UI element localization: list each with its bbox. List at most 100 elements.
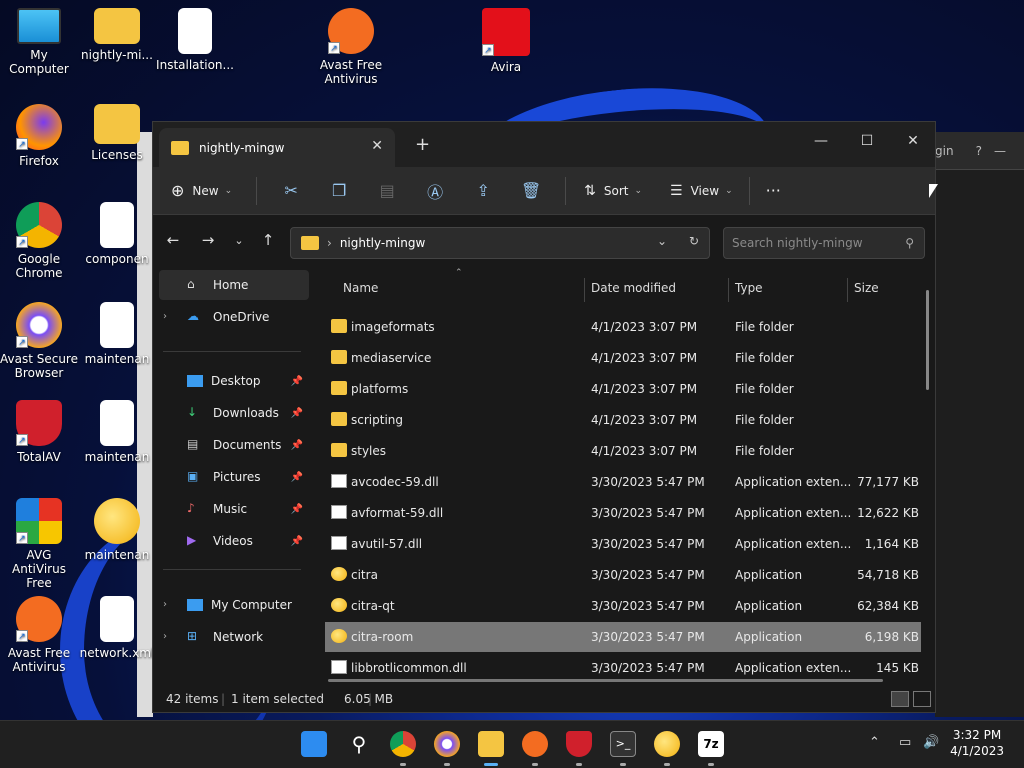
column-divider[interactable] xyxy=(847,278,848,302)
recent-locations-icon[interactable]: ⌄ xyxy=(227,234,251,247)
cut-icon[interactable]: ✂ xyxy=(267,175,315,207)
desktop-icon-maintenance-3[interactable]: maintenan xyxy=(78,498,156,562)
desktop-icon-nightly-folder[interactable]: nightly-mi... xyxy=(78,8,156,62)
desktop-icon-maintenance-2[interactable]: maintenan xyxy=(78,400,156,464)
column-header-date[interactable]: Date modified xyxy=(591,268,676,308)
refresh-icon[interactable]: ↻ xyxy=(689,234,699,248)
new-button[interactable]: ⊕ New ⌄ xyxy=(171,181,232,200)
clock[interactable]: 3:32 PM 4/1/2023 xyxy=(950,727,1004,759)
search-icon[interactable]: ⚲ xyxy=(905,228,914,258)
file-row[interactable]: citra 3/30/2023 5:47 PM Application 54,718 … xyxy=(325,560,921,590)
column-divider[interactable] xyxy=(584,278,585,302)
avast-secure-browser-taskbar-icon[interactable] xyxy=(434,731,460,757)
view-button[interactable]: ☰ View ⌄ xyxy=(670,183,733,199)
avast-taskbar-icon[interactable] xyxy=(522,731,548,757)
sidebar-item-pictures[interactable]: ▣ Pictures 📌 xyxy=(159,462,309,492)
sidebar-item-home[interactable]: ⌂ Home xyxy=(159,270,309,300)
file-name: avutil-57.dll xyxy=(351,537,423,551)
desktop-icon-avira[interactable]: ↗ Avira xyxy=(467,8,545,74)
maximize-button[interactable]: ☐ xyxy=(845,128,889,154)
desktop-icon-avast-free-antivirus-2[interactable]: ↗ Avast Free Antivirus xyxy=(0,596,78,674)
citra-taskbar-icon[interactable] xyxy=(654,731,680,757)
tab-nightly-mingw[interactable]: nightly-mingw ✕ xyxy=(159,128,395,167)
file-row[interactable]: avcodec-59.dll 3/30/2023 5:47 PM Applicati… xyxy=(325,467,921,497)
desktop-icon-network-xml[interactable]: network.xml xyxy=(78,596,156,660)
file-row[interactable]: imageformats 4/1/2023 3:07 PM File folder xyxy=(325,312,921,342)
column-header-name[interactable]: Name xyxy=(343,268,378,308)
file-row[interactable]: mediaservice 4/1/2023 3:07 PM File folder xyxy=(325,343,921,373)
chevron-up-icon[interactable]: ⌃ xyxy=(869,735,880,750)
column-header-type[interactable]: Type xyxy=(735,268,763,308)
search-icon[interactable]: ⚲ xyxy=(346,731,372,757)
desktop-icon-google-chrome[interactable]: ↗ Google Chrome xyxy=(0,202,78,280)
pin-icon[interactable]: 📌 xyxy=(291,376,303,387)
desktop-icon-my-computer[interactable]: My Computer xyxy=(0,8,78,76)
desktop-icon-components[interactable]: componen xyxy=(78,202,156,266)
sidebar-item-videos[interactable]: ▶ Videos 📌 xyxy=(159,526,309,556)
sidebar-item-onedrive[interactable]: ☁ OneDrive xyxy=(159,302,309,332)
desktop-icon-installation[interactable]: Installation... xyxy=(156,8,234,72)
file-explorer-taskbar-icon[interactable] xyxy=(478,731,504,757)
desktop-icon-totalav[interactable]: ↗ TotalAV xyxy=(0,400,78,464)
address-bar[interactable]: › nightly-mingw ⌄ ↻ xyxy=(290,227,710,259)
sidebar-item-music[interactable]: ♪ Music 📌 xyxy=(159,494,309,524)
copy-icon[interactable]: ❐ xyxy=(315,175,363,207)
folder-icon xyxy=(331,319,347,333)
delete-icon[interactable]: 🗑 xyxy=(507,175,555,207)
back-arrow-icon[interactable]: ← xyxy=(161,231,185,249)
pin-icon[interactable]: 📌 xyxy=(291,408,303,419)
pin-icon[interactable]: 📌 xyxy=(291,536,303,547)
file-row[interactable]: styles 4/1/2023 3:07 PM File folder xyxy=(325,436,921,466)
close-window-button[interactable]: ✕ xyxy=(891,128,935,154)
search-input[interactable]: Search nightly-mingw ⚲ xyxy=(723,227,925,259)
file-row[interactable]: scripting 4/1/2023 3:07 PM File folder xyxy=(325,405,921,435)
details-view-button[interactable] xyxy=(891,691,909,707)
close-tab-icon[interactable]: ✕ xyxy=(371,138,383,154)
desktop-icon-maintenance-1[interactable]: maintenan xyxy=(78,302,156,366)
file-row[interactable]: platforms 4/1/2023 3:07 PM File folder xyxy=(325,374,921,404)
column-header-size[interactable]: Size xyxy=(854,268,879,308)
totalav-taskbar-icon[interactable] xyxy=(566,731,592,757)
forward-arrow-icon[interactable]: → xyxy=(196,231,220,249)
vertical-scrollbar[interactable] xyxy=(926,290,929,390)
pin-icon[interactable]: 📌 xyxy=(291,472,303,483)
paste-icon[interactable]: ▤ xyxy=(363,175,411,207)
column-divider[interactable] xyxy=(728,278,729,302)
pin-icon[interactable]: 📌 xyxy=(291,504,303,515)
windows-start-icon[interactable] xyxy=(301,731,327,757)
new-tab-button[interactable]: + xyxy=(415,134,430,155)
sidebar-item-my-computer[interactable]: My Computer xyxy=(159,590,309,620)
file-row[interactable]: avutil-57.dll 3/30/2023 5:47 PM Applicatio… xyxy=(325,529,921,559)
tiles-view-button[interactable] xyxy=(913,691,931,707)
volume-icon[interactable]: 🔊 xyxy=(923,735,939,750)
desktop-icon-licenses[interactable]: Licenses xyxy=(78,104,156,162)
pin-icon[interactable]: 📌 xyxy=(291,440,303,451)
desktop-icon-avast-secure-browser[interactable]: ↗ Avast Secure Browser xyxy=(0,302,78,380)
7zip-taskbar-icon[interactable]: 7z xyxy=(698,731,724,757)
desktop-icon-firefox[interactable]: ↗ Firefox xyxy=(0,104,78,168)
sidebar-item-desktop[interactable]: Desktop 📌 xyxy=(159,366,309,396)
more-options-button[interactable]: ··· xyxy=(766,181,781,200)
horizontal-scrollbar[interactable] xyxy=(328,679,883,682)
sort-button[interactable]: ⇅ Sort ⌄ xyxy=(584,183,642,199)
folder-icon xyxy=(331,412,347,426)
file-row[interactable]: citra-room 3/30/2023 5:47 PM Application 6,… xyxy=(325,622,921,652)
file-row[interactable]: citra-qt 3/30/2023 5:47 PM Application 62,3… xyxy=(325,591,921,621)
folder-icon xyxy=(171,140,189,155)
file-row[interactable]: avformat-59.dll 3/30/2023 5:47 PM Applicat… xyxy=(325,498,921,528)
sidebar-item-downloads[interactable]: ↓ Downloads 📌 xyxy=(159,398,309,428)
desktop-icon-avg-antivirus[interactable]: ↗ AVG AntiVirus Free xyxy=(0,498,78,590)
chevron-down-icon[interactable]: ⌄ xyxy=(657,234,667,248)
terminal-taskbar-icon[interactable]: >_ xyxy=(610,731,636,757)
chrome-taskbar-icon[interactable] xyxy=(390,731,416,757)
up-arrow-icon[interactable]: ↑ xyxy=(256,231,280,249)
breadcrumb-path[interactable]: nightly-mingw xyxy=(340,236,425,250)
rename-icon[interactable]: Ⓐ xyxy=(411,175,459,207)
minimize-button[interactable]: — xyxy=(799,128,843,154)
share-icon[interactable]: ⇪ xyxy=(459,175,507,207)
sidebar-item-documents[interactable]: ▤ Documents 📌 xyxy=(159,430,309,460)
file-icon xyxy=(100,202,134,248)
network-tray-icon[interactable]: ▭ xyxy=(899,735,911,750)
sidebar-item-network[interactable]: ⊞ Network xyxy=(159,622,309,652)
desktop-icon-avast-free-antivirus[interactable]: ↗ Avast Free Antivirus xyxy=(312,8,390,86)
